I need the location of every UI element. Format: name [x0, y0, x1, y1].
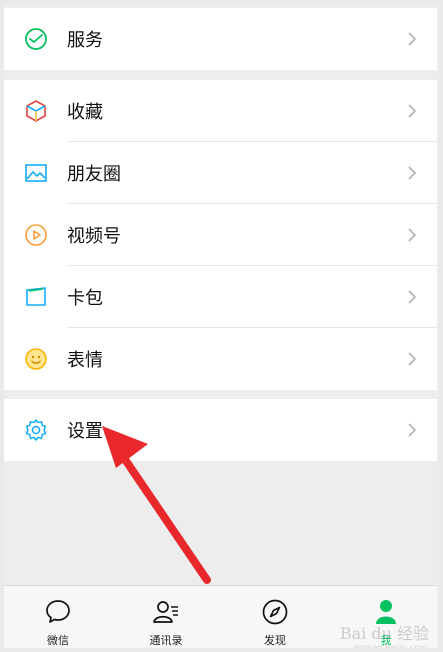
tab-label: 微信 — [47, 634, 69, 647]
tab-label: 发现 — [264, 634, 286, 647]
annotation-arrow — [102, 426, 211, 584]
tab-label: 通讯录 — [149, 634, 183, 647]
chat-icon — [46, 600, 70, 623]
discover-icon — [262, 599, 288, 625]
watermark-url: jingyan.baidu.com — [353, 643, 427, 652]
tab-discover[interactable]: 发现 — [240, 586, 310, 652]
contacts-icon — [153, 601, 178, 623]
tab-chats[interactable]: 微信 — [23, 586, 93, 652]
tab-contacts[interactable]: 通讯录 — [131, 586, 201, 652]
watermark-brand: Bai du 经验 — [339, 624, 429, 643]
